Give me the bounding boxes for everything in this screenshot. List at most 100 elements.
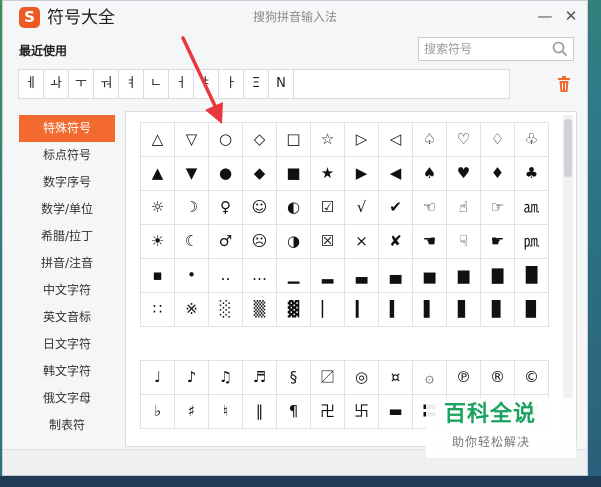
symbol-cell[interactable]: ※ [175,293,209,327]
category-item[interactable]: 希腊/拉丁 [19,223,115,250]
symbol-cell[interactable]: ¶ [277,395,311,429]
symbol-cell[interactable]: ◇ [243,123,277,157]
symbol-cell[interactable]: □ [277,123,311,157]
symbol-cell[interactable]: ☑ [311,191,345,225]
category-item[interactable]: 制表符 [19,412,115,439]
symbol-cell[interactable]: ♣ [515,157,549,191]
symbol-cell[interactable]: … [243,259,277,293]
symbol-cell[interactable]: 卐 [345,395,379,429]
symbol-cell[interactable]: ® [481,361,515,395]
category-item[interactable]: 英文音标 [19,304,115,331]
symbol-cell[interactable]: ○ [209,123,243,157]
category-item[interactable]: 拼音/注音 [19,250,115,277]
category-item[interactable]: 数学/单位 [19,196,115,223]
symbol-cell[interactable]: ☽ [175,191,209,225]
category-item[interactable]: 数字序号 [19,169,115,196]
recent-symbol-cell[interactable]: ㅓ [168,69,194,99]
symbol-cell[interactable]: ♤ [413,123,447,157]
symbol-cell[interactable]: ‥ [209,259,243,293]
symbol-cell[interactable]: ♥ [447,157,481,191]
symbol-cell[interactable]: ▬ [379,395,413,429]
symbol-cell[interactable]: ∷ [141,293,175,327]
category-item[interactable]: 标点符号 [19,142,115,169]
minimize-button[interactable]: — [534,5,556,27]
recent-symbol-cell[interactable]: ㄴ [143,69,169,99]
symbol-cell[interactable]: ▅ [413,259,447,293]
symbol-cell[interactable]: ♢ [481,123,515,157]
symbol-cell[interactable]: ♯ [175,395,209,429]
recent-symbol-cell[interactable]: ㅕ [118,69,144,99]
symbol-search[interactable] [418,37,574,61]
symbol-cell[interactable]: ◎ [345,361,379,395]
symbol-cell[interactable]: ▲ [141,157,175,191]
recent-symbol-cell[interactable]: ㅔ [18,69,44,99]
symbol-cell[interactable]: ♩ [141,361,175,395]
category-item[interactable]: 俄文字母 [19,385,115,412]
symbol-cell[interactable]: ▊ [481,293,515,327]
symbol-cell[interactable]: ♡ [447,123,481,157]
recent-symbol-cell[interactable]: ㅏ [218,69,244,99]
symbol-cell[interactable]: × [345,225,379,259]
symbol-cell[interactable]: ▪ [141,259,175,293]
symbol-cell[interactable]: 卍 [311,395,345,429]
symbol-cell[interactable]: ☟ [447,225,481,259]
symbol-cell[interactable]: ♫ [209,361,243,395]
category-item[interactable]: 特殊符号 [19,115,115,142]
trash-icon[interactable] [556,75,572,93]
symbol-cell[interactable]: • [175,259,209,293]
symbol-cell[interactable]: ◑ [277,225,311,259]
symbol-cell[interactable]: █ [515,259,549,293]
symbol-cell[interactable]: ■ [277,157,311,191]
symbol-cell[interactable]: ㏂ [515,191,549,225]
symbol-cell[interactable]: ☺ [243,191,277,225]
symbol-cell[interactable]: ♀ [209,191,243,225]
symbol-cell[interactable]: ‖ [243,395,277,429]
symbol-cell[interactable]: ☒ [311,225,345,259]
symbol-cell[interactable]: ♧ [515,123,549,157]
symbol-cell[interactable]: ▉ [515,293,549,327]
symbol-cell[interactable]: ✘ [379,225,413,259]
symbol-cell[interactable]: ▆ [447,259,481,293]
symbol-cell[interactable]: ▏ [311,293,345,327]
symbol-cell[interactable]: ☜ [413,191,447,225]
title-bar[interactable]: S 符号大全 搜狗拼音输入法 — ✕ [3,1,587,35]
search-icon[interactable] [551,40,569,58]
symbol-cell[interactable]: ░ [209,293,243,327]
symbol-cell[interactable]: ◐ [277,191,311,225]
scrollbar-thumb[interactable] [564,119,572,177]
symbol-cell[interactable]: ▷ [345,123,379,157]
symbol-cell[interactable]: ✔ [379,191,413,225]
symbol-cell[interactable]: ▼ [175,157,209,191]
recent-symbol-cell[interactable]: ㅘ [43,69,69,99]
symbol-cell[interactable]: ▄ [379,259,413,293]
symbol-cell[interactable]: © [515,361,549,395]
symbol-cell[interactable]: ¤ [379,361,413,395]
symbol-cell[interactable]: ♭ [141,395,175,429]
category-item[interactable]: 日文字符 [19,331,115,358]
symbol-cell[interactable]: ♂ [209,225,243,259]
symbol-cell[interactable]: ▍ [379,293,413,327]
recent-symbol-cell[interactable]: ㅝ [93,69,119,99]
symbol-cell[interactable]: ★ [311,157,345,191]
symbol-cell[interactable]: ☾ [175,225,209,259]
symbol-cell[interactable]: ♪ [175,361,209,395]
symbol-cell[interactable]: ☞ [481,191,515,225]
category-item[interactable]: 韩文字符 [19,358,115,385]
symbol-cell[interactable]: √ [345,191,379,225]
symbol-cell[interactable]: ℗ [447,361,481,395]
symbol-cell[interactable]: ㏘ [515,225,549,259]
symbol-cell[interactable]: ☼ [141,191,175,225]
recent-symbol-cell[interactable]: ㅜ [68,69,94,99]
search-input[interactable] [424,41,546,57]
symbol-cell[interactable]: ▎ [345,293,379,327]
symbol-cell[interactable]: ☹ [243,225,277,259]
recent-symbol-cell[interactable]: ㅑ [193,69,219,99]
symbol-cell[interactable]: ☛ [481,225,515,259]
symbol-cell[interactable]: ▇ [481,259,515,293]
symbol-cell[interactable]: ♠ [413,157,447,191]
symbol-cell[interactable]: § [277,361,311,395]
recent-symbol-cell[interactable]: Ξ [243,69,269,99]
symbol-cell[interactable]: ▃ [345,259,379,293]
symbol-cell[interactable]: ▽ [175,123,209,157]
symbol-cell[interactable]: ♦ [481,157,515,191]
